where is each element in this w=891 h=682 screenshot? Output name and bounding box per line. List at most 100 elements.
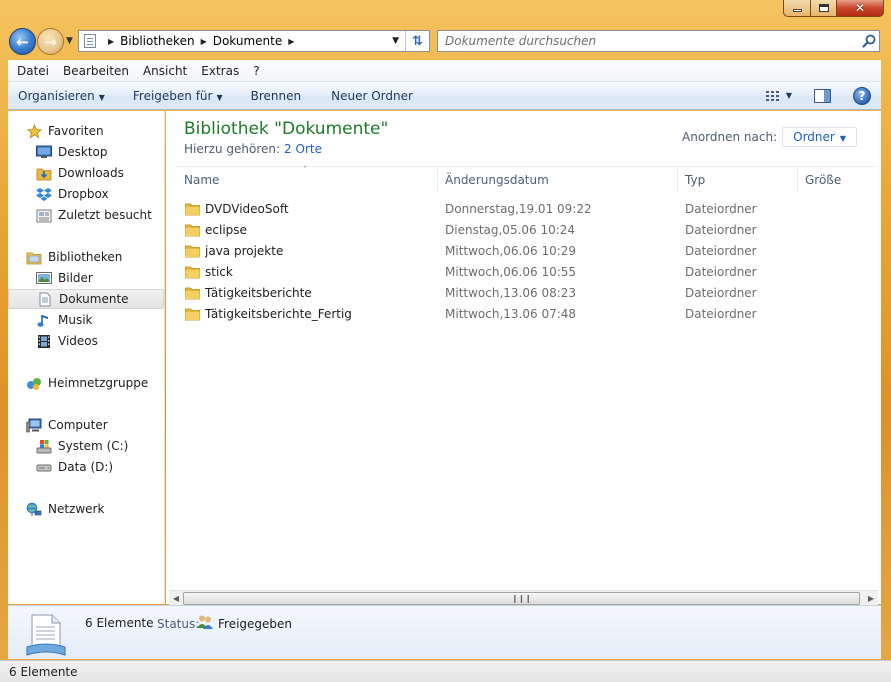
new-folder-button[interactable]: Neuer Ordner — [309, 89, 421, 103]
search-box[interactable] — [437, 30, 880, 52]
forward-button[interactable]: → — [37, 28, 64, 55]
column-header-size[interactable]: Größe — [799, 167, 878, 192]
nav-desktop[interactable]: Desktop — [8, 142, 164, 162]
nav-favorites[interactable]: Favoriten — [8, 121, 164, 141]
dropbox-icon — [36, 186, 52, 202]
preview-pane-button[interactable] — [814, 88, 831, 103]
search-input[interactable] — [445, 34, 859, 48]
breadcrumb-chevron-icon[interactable]: ▶ — [288, 37, 294, 46]
scroll-right-icon[interactable]: ▶ — [864, 592, 878, 605]
file-row[interactable]: DVDVideoSoft Donnerstag,19.01 09:22 Date… — [166, 198, 881, 219]
folder-icon — [185, 307, 200, 321]
address-dropdown-icon[interactable]: ▼ — [392, 36, 399, 46]
list-view-icon — [765, 90, 781, 102]
nav-documents-label: Dokumente — [59, 292, 129, 306]
breadcrumb-dokumente[interactable]: Dokumente — [213, 34, 283, 48]
column-header-name[interactable]: Name — [178, 167, 438, 192]
folder-icon — [185, 286, 200, 300]
horizontal-scrollbar[interactable]: ◀ ❙❙❙ ▶ — [169, 590, 878, 605]
file-name: java projekte — [205, 243, 284, 258]
arrange-by-label: Anordnen nach: — [682, 130, 778, 144]
file-date: Mittwoch,13.06 08:23 — [445, 285, 577, 300]
system-drive-icon — [36, 438, 52, 454]
library-title: Bibliothek "Dokumente" — [184, 119, 389, 139]
nav-videos[interactable]: Videos — [8, 331, 164, 351]
nav-music-label: Musik — [58, 313, 93, 327]
minimize-button[interactable] — [783, 0, 811, 17]
column-headers: Name Änderungsdatum Typ Größe — [166, 167, 881, 192]
nav-computer[interactable]: Computer — [8, 415, 164, 435]
help-icon[interactable]: ? — [853, 86, 871, 105]
breadcrumb-chevron-icon[interactable]: ▶ — [201, 37, 207, 46]
burn-button[interactable]: Brennen — [231, 89, 309, 103]
organize-button[interactable]: Organisieren ▼ — [8, 89, 113, 103]
status-value: Freigegeben — [218, 617, 293, 631]
maximize-button[interactable] — [811, 0, 837, 17]
library-locations-link[interactable]: 2 Orte — [284, 142, 322, 156]
column-header-date[interactable]: Änderungsdatum — [439, 167, 678, 192]
nav-drive-d-label: Data (D:) — [58, 460, 114, 474]
file-row[interactable]: java projekte Mittwoch,06.06 10:29 Datei… — [166, 240, 881, 261]
file-name: stick — [205, 264, 233, 279]
menu-bearbeiten[interactable]: Bearbeiten — [56, 64, 136, 78]
refresh-icon: ⇅ — [412, 33, 423, 49]
address-bar[interactable]: ▶ Bibliotheken ▶ Dokumente ▶ ▼ ⇅ — [78, 30, 430, 52]
breadcrumb-bibliotheken[interactable]: Bibliotheken — [120, 34, 194, 48]
menu-datei[interactable]: Datei — [10, 64, 56, 78]
breadcrumb-chevron-icon[interactable]: ▶ — [108, 37, 114, 46]
file-row[interactable]: Tätigkeitsberichte_Fertig Mittwoch,13.06… — [166, 303, 881, 324]
desktop-icon — [36, 144, 52, 160]
nav-network[interactable]: Netzwerk — [8, 499, 164, 519]
library-header: Bibliothek "Dokumente" Hierzu gehören: 2 … — [184, 119, 388, 156]
folder-icon — [185, 265, 200, 279]
nav-pictures[interactable]: Bilder — [8, 268, 164, 288]
nav-libraries-label: Bibliotheken — [48, 250, 123, 264]
nav-favorites-label: Favoriten — [48, 124, 104, 138]
file-row[interactable]: stick Mittwoch,06.06 10:55 Dateiordner — [166, 261, 881, 282]
arrange-by: Anordnen nach: Ordner ▼ — [682, 127, 857, 147]
item-count: 6 Elemente — [85, 616, 154, 630]
chevron-down-icon: ▼ — [98, 92, 105, 102]
downloads-folder-icon — [36, 165, 52, 181]
nav-downloads[interactable]: Downloads — [8, 163, 164, 183]
library-documents-large-icon — [24, 611, 68, 657]
file-row[interactable]: Tätigkeitsberichte Mittwoch,13.06 08:23 … — [166, 282, 881, 303]
scroll-left-icon[interactable]: ◀ — [169, 592, 183, 605]
file-type: Dateiordner — [685, 222, 757, 237]
close-button[interactable]: ✕ — [837, 0, 884, 17]
shared-users-icon — [196, 614, 214, 630]
nav-pictures-label: Bilder — [58, 271, 93, 285]
nav-music[interactable]: Musik — [8, 310, 164, 330]
menu-help[interactable]: ? — [246, 64, 266, 78]
file-name: eclipse — [205, 222, 247, 237]
column-header-type[interactable]: Typ — [679, 167, 798, 192]
nav-dropbox[interactable]: Dropbox — [8, 184, 164, 204]
folder-icon — [185, 244, 200, 258]
file-date: Dienstag,05.06 10:24 — [445, 222, 576, 237]
menu-extras[interactable]: Extras — [194, 64, 246, 78]
file-row[interactable]: eclipse Dienstag,05.06 10:24 Dateiordner — [166, 219, 881, 240]
back-button[interactable]: ← — [9, 28, 36, 55]
libraries-icon — [26, 249, 42, 265]
recent-pages-button[interactable]: ▼ — [66, 36, 73, 46]
scrollbar-thumb[interactable]: ❙❙❙ — [183, 592, 860, 605]
nav-homegroup[interactable]: Heimnetzgruppe — [8, 373, 164, 393]
music-note-icon — [36, 312, 52, 328]
menu-ansicht[interactable]: Ansicht — [136, 64, 194, 78]
nav-documents[interactable]: Dokumente — [8, 289, 164, 309]
nav-drive-c-label: System (C:) — [58, 439, 129, 453]
nav-libraries[interactable]: Bibliotheken — [8, 247, 164, 267]
arrange-by-dropdown[interactable]: Ordner ▼ — [782, 127, 857, 147]
organize-label: Organisieren — [18, 88, 95, 103]
change-view-button[interactable]: ▼ — [765, 90, 792, 102]
search-icon[interactable] — [859, 34, 879, 48]
nav-drive-d[interactable]: Data (D:) — [8, 457, 164, 477]
file-name-cell: Tätigkeitsberichte — [185, 282, 312, 303]
share-button[interactable]: Freigeben für ▼ — [113, 89, 231, 103]
nav-drive-c[interactable]: System (C:) — [8, 436, 164, 456]
file-name: DVDVideoSoft — [205, 201, 289, 216]
chevron-down-icon: ▼ — [216, 92, 223, 102]
refresh-button[interactable]: ⇅ — [405, 31, 429, 51]
file-name-cell: Tätigkeitsberichte_Fertig — [185, 303, 352, 324]
nav-recent-places[interactable]: Zuletzt besucht — [8, 205, 164, 225]
